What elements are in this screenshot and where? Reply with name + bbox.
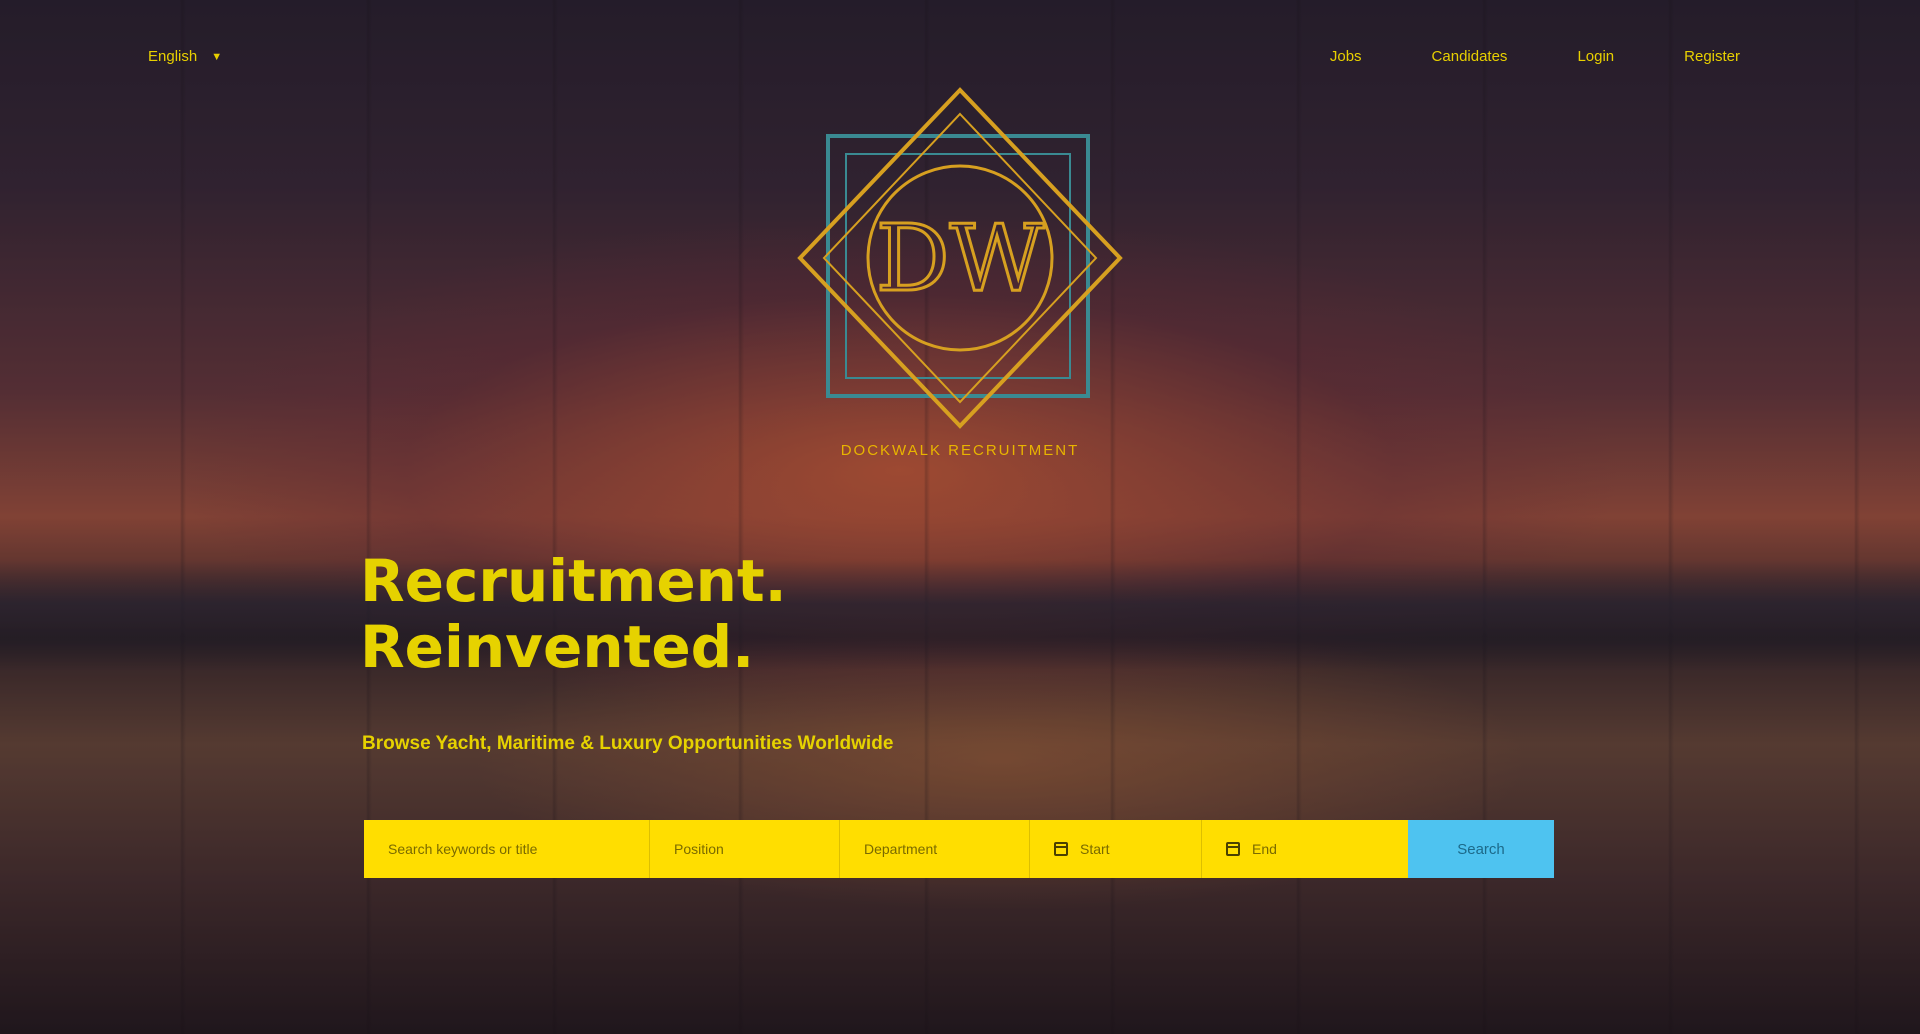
hero-subline: Browse Yacht, Maritime & Luxury Opportun… <box>362 733 894 754</box>
search-fields: Search keywords or title Position Depart… <box>364 820 1408 878</box>
start-date-label: Start <box>1080 841 1110 857</box>
start-date-field[interactable]: Start <box>1030 820 1202 878</box>
position-select[interactable]: Position <box>650 820 840 878</box>
language-selector[interactable]: English ▼ <box>148 48 222 65</box>
calendar-icon <box>1054 842 1068 856</box>
site-logo[interactable]: DW DOCKWALK RECRUITMENT <box>750 78 1170 478</box>
main-nav: Jobs Candidates Login Register <box>1330 48 1740 65</box>
search-button[interactable]: Search <box>1408 820 1554 878</box>
logo-monogram: DW <box>876 205 1045 312</box>
logo-caption: DOCKWALK RECRUITMENT <box>840 442 1080 459</box>
department-select[interactable]: Department <box>840 820 1030 878</box>
logo-emblem: DW <box>797 87 1123 429</box>
language-label: English <box>148 48 198 65</box>
job-search-form: Search keywords or title Position Depart… <box>364 820 1554 878</box>
calendar-icon <box>1226 842 1240 856</box>
end-date-label: End <box>1252 841 1277 857</box>
headline-line-1: Recruitment. <box>360 547 787 615</box>
end-date-field[interactable]: End <box>1202 820 1374 878</box>
nav-link-login[interactable]: Login <box>1577 48 1614 65</box>
chevron-down-icon: ▼ <box>211 50 223 63</box>
nav-link-jobs[interactable]: Jobs <box>1330 48 1362 65</box>
hero-headline: Recruitment. Reinvented. <box>360 548 787 680</box>
top-bar: English ▼ Jobs Candidates Login Register <box>0 40 1920 80</box>
nav-link-candidates[interactable]: Candidates <box>1432 48 1508 65</box>
keyword-input[interactable]: Search keywords or title <box>364 820 650 878</box>
nav-link-register[interactable]: Register <box>1684 48 1740 65</box>
headline-line-2: Reinvented. <box>360 613 755 681</box>
